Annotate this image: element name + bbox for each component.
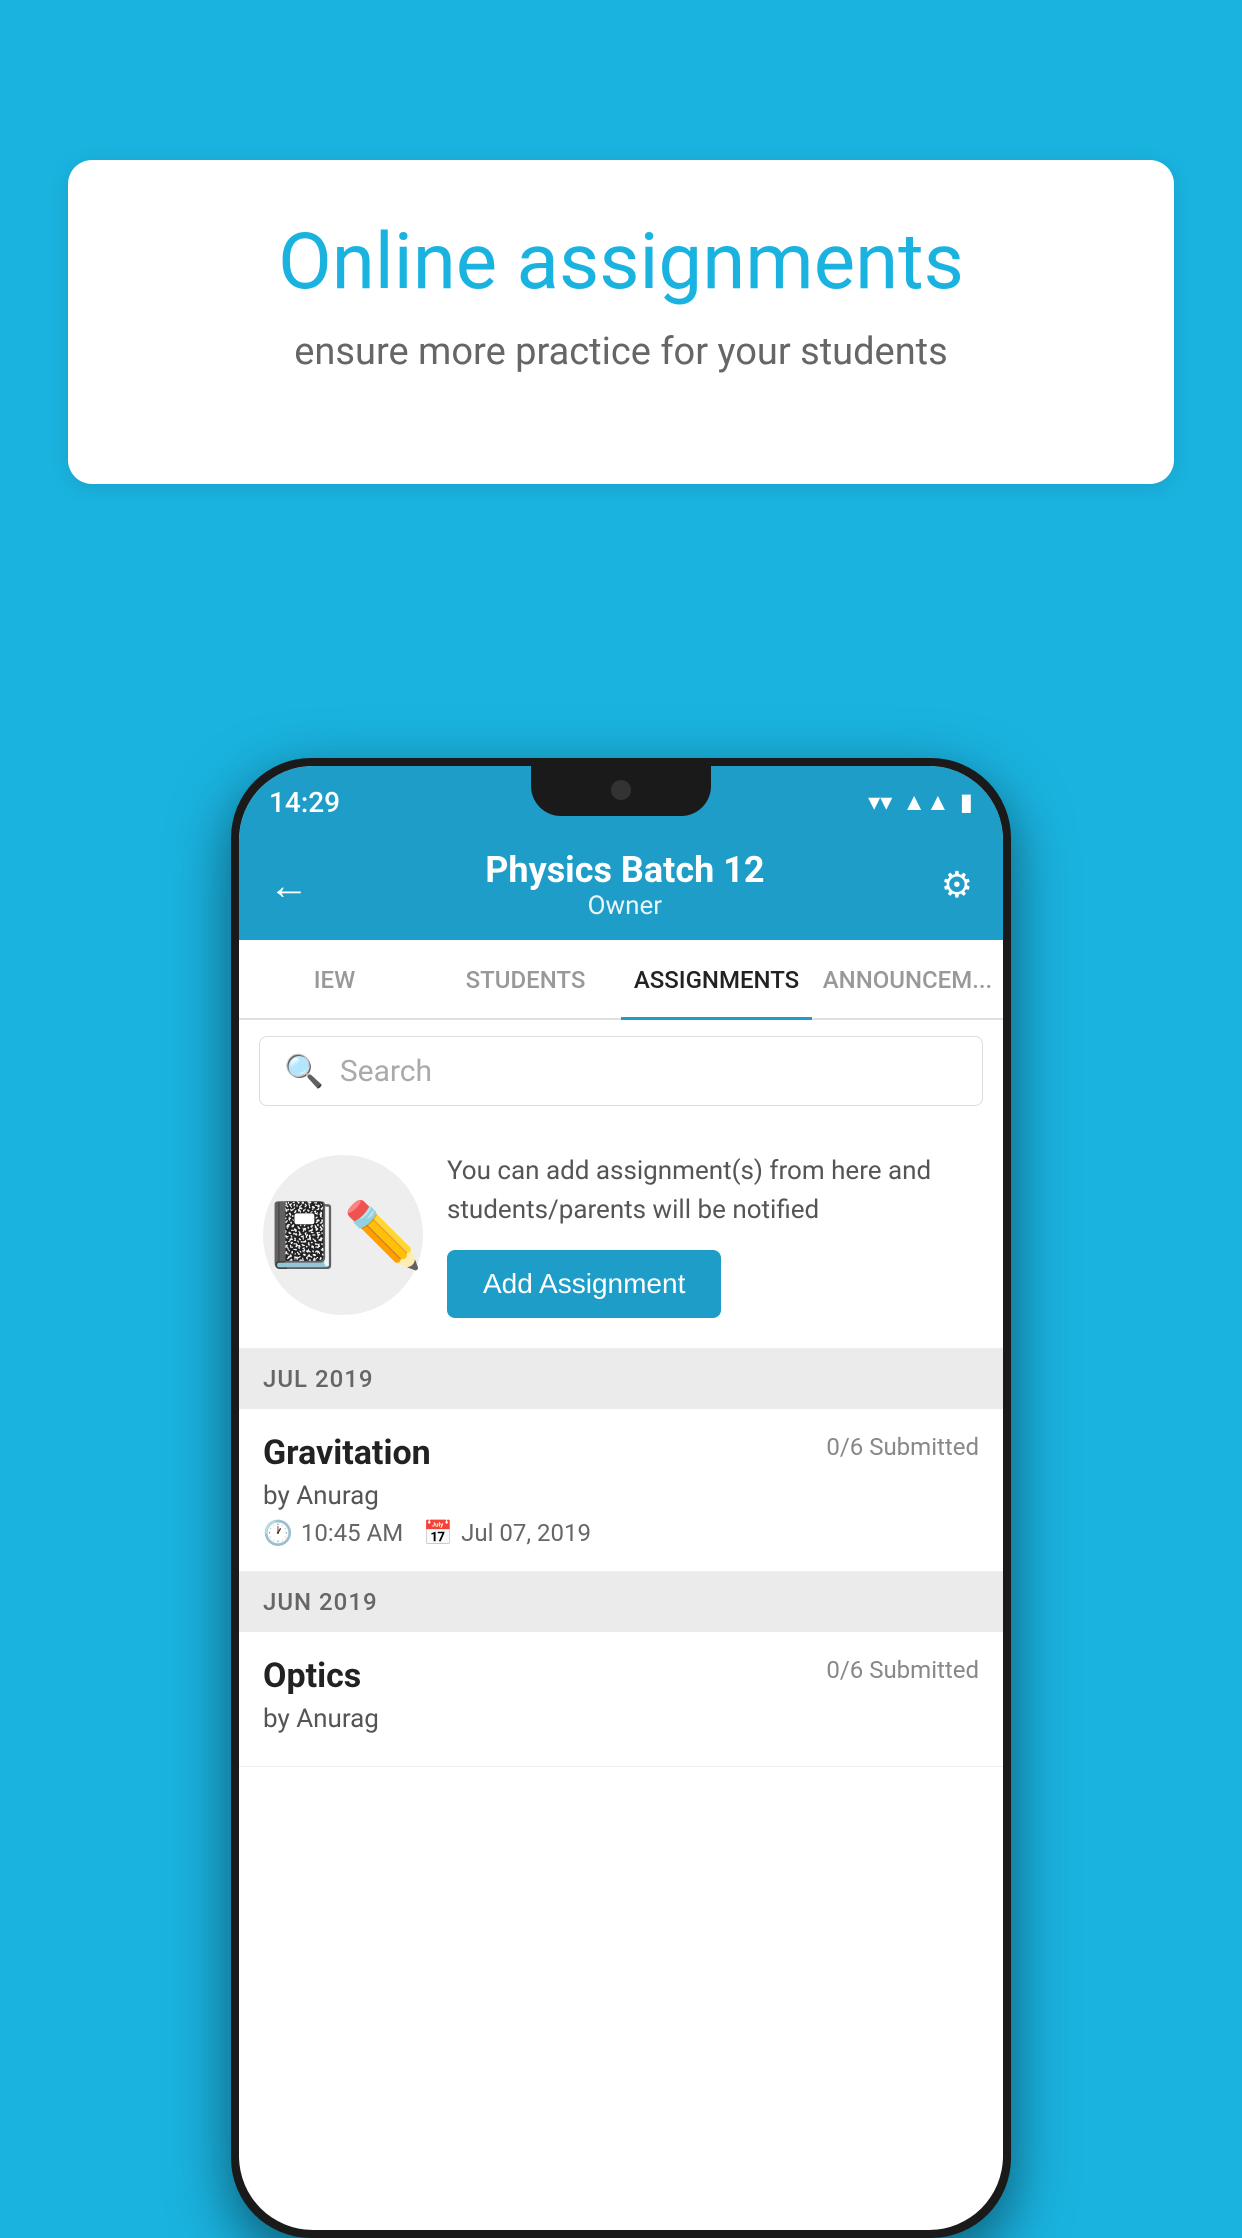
search-icon: 🔍 bbox=[284, 1052, 324, 1090]
assignment-title-gravitation: Gravitation bbox=[263, 1433, 431, 1473]
promo-card-top: Online assignments ensure more practice … bbox=[68, 160, 1174, 484]
status-time: 14:29 bbox=[269, 786, 340, 819]
screen-content: 🔍 Search 📓✏️ You can add assignment(s) f… bbox=[239, 1020, 1003, 1767]
promo-section: 📓✏️ You can add assignment(s) from here … bbox=[239, 1122, 1003, 1349]
add-assignment-button[interactable]: Add Assignment bbox=[447, 1250, 721, 1318]
assignment-item-gravitation[interactable]: Gravitation 0/6 Submitted by Anurag 🕐 10… bbox=[239, 1409, 1003, 1572]
status-icons: ▾▾ ▲▲ ▮ bbox=[868, 788, 973, 817]
search-container: 🔍 Search bbox=[239, 1020, 1003, 1122]
wifi-icon: ▾▾ bbox=[868, 788, 892, 816]
tab-assignments[interactable]: ASSIGNMENTS bbox=[621, 942, 812, 1020]
settings-button[interactable]: ⚙ bbox=[941, 864, 973, 906]
header-subtitle: Owner bbox=[485, 891, 764, 921]
assignment-top-row-optics: Optics 0/6 Submitted bbox=[263, 1656, 979, 1696]
section-header-jul: JUL 2019 bbox=[239, 1349, 1003, 1409]
phone-frame: 14:29 ▾▾ ▲▲ ▮ ← Physics Batch 12 Owner ⚙… bbox=[231, 758, 1011, 2238]
signal-icon: ▲▲ bbox=[902, 788, 950, 817]
assignment-title-optics: Optics bbox=[263, 1656, 361, 1696]
assignment-author-gravitation: by Anurag bbox=[263, 1481, 979, 1511]
bubble-title: Online assignments bbox=[138, 220, 1104, 306]
header-title: Physics Batch 12 bbox=[485, 849, 764, 891]
calendar-icon: 📅 bbox=[423, 1519, 453, 1547]
phone-inner: 14:29 ▾▾ ▲▲ ▮ ← Physics Batch 12 Owner ⚙… bbox=[239, 766, 1003, 2230]
assignment-submitted-optics: 0/6 Submitted bbox=[826, 1656, 979, 1684]
section-header-jun: JUN 2019 bbox=[239, 1572, 1003, 1632]
assignment-date-gravitation: 📅 Jul 07, 2019 bbox=[423, 1519, 591, 1547]
notebook-icon: 📓✏️ bbox=[263, 1198, 422, 1273]
header-title-group: Physics Batch 12 Owner bbox=[485, 849, 764, 921]
search-bar[interactable]: 🔍 Search bbox=[259, 1036, 983, 1106]
app-header: ← Physics Batch 12 Owner ⚙ bbox=[239, 830, 1003, 940]
assignment-submitted-gravitation: 0/6 Submitted bbox=[826, 1433, 979, 1461]
battery-icon: ▮ bbox=[960, 788, 973, 816]
assignment-top-row: Gravitation 0/6 Submitted bbox=[263, 1433, 979, 1473]
promo-text-area: You can add assignment(s) from here and … bbox=[447, 1152, 979, 1318]
promo-description: You can add assignment(s) from here and … bbox=[447, 1152, 979, 1230]
speech-bubble: Online assignments ensure more practice … bbox=[68, 160, 1174, 484]
section-month-jul: JUL 2019 bbox=[263, 1365, 374, 1393]
promo-icon-circle: 📓✏️ bbox=[263, 1155, 423, 1315]
section-month-jun: JUN 2019 bbox=[263, 1588, 378, 1616]
clock-icon: 🕐 bbox=[263, 1519, 293, 1547]
assignment-item-optics[interactable]: Optics 0/6 Submitted by Anurag bbox=[239, 1632, 1003, 1767]
bubble-subtitle: ensure more practice for your students bbox=[138, 330, 1104, 374]
tabs-bar: IEW STUDENTS ASSIGNMENTS ANNOUNCEM... bbox=[239, 940, 1003, 1020]
search-placeholder: Search bbox=[340, 1054, 432, 1089]
assignment-meta-gravitation: 🕐 10:45 AM 📅 Jul 07, 2019 bbox=[263, 1519, 979, 1547]
tab-announcements[interactable]: ANNOUNCEM... bbox=[812, 942, 1003, 1020]
camera-dot bbox=[611, 780, 631, 800]
phone-notch bbox=[531, 766, 711, 816]
assignment-time-gravitation: 🕐 10:45 AM bbox=[263, 1519, 403, 1547]
back-button[interactable]: ← bbox=[269, 862, 309, 909]
assignment-author-optics: by Anurag bbox=[263, 1704, 979, 1734]
tab-iew[interactable]: IEW bbox=[239, 942, 430, 1020]
tab-students[interactable]: STUDENTS bbox=[430, 942, 621, 1020]
